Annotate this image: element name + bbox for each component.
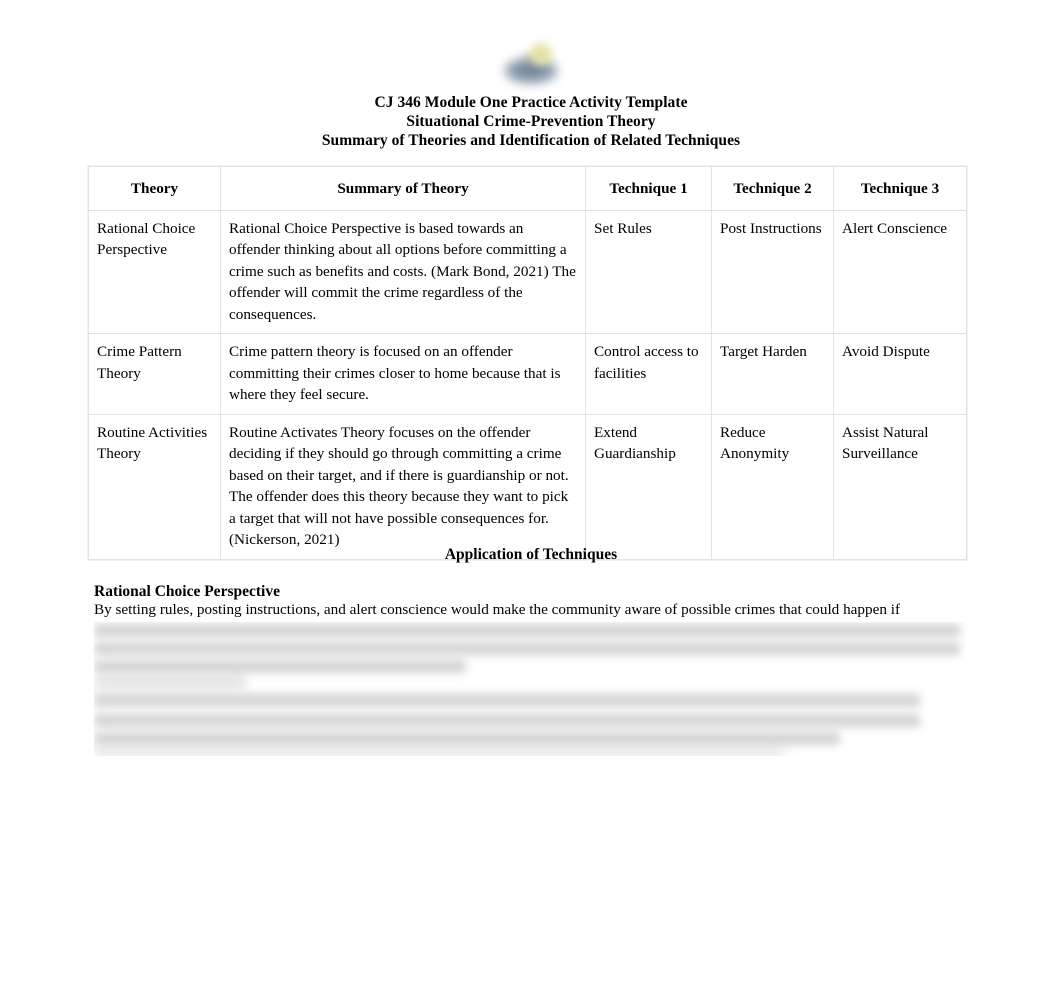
- table-row: Rational Choice Perspective Rational Cho…: [88, 209, 967, 334]
- table-row: Routine Activities Theory Routine Activa…: [88, 413, 967, 560]
- blurred-text-line: [94, 714, 920, 727]
- blurred-text-line: [94, 694, 920, 707]
- blurred-text-line: [94, 660, 466, 673]
- cell-technique-1[interactable]: Extend Guardianship: [585, 413, 712, 560]
- blurred-text-line: [94, 676, 246, 689]
- blurred-text-line: [94, 624, 960, 637]
- cell-summary[interactable]: Crime pattern theory is focused on an of…: [220, 333, 586, 415]
- cell-summary[interactable]: Routine Activates Theory focuses on the …: [220, 413, 586, 560]
- document-title-line-2: Situational Crime-Prevention Theory: [406, 113, 656, 130]
- cell-technique-1[interactable]: Control access to facilities: [585, 333, 712, 415]
- column-header-technique-3: Technique 3: [833, 166, 967, 211]
- cell-technique-2[interactable]: Target Harden: [711, 333, 834, 415]
- table-header-row: Theory Summary of Theory Technique 1 Tec…: [88, 166, 967, 211]
- cell-theory[interactable]: Crime Pattern Theory: [88, 333, 221, 415]
- blurred-paragraph-block: [94, 622, 966, 756]
- document-title-line-3: Summary of Theories and Identification o…: [321, 132, 741, 149]
- column-header-technique-2: Technique 2: [711, 166, 834, 211]
- column-header-technique-1: Technique 1: [585, 166, 712, 211]
- application-body-first-line: By setting rules, posting instructions, …: [94, 601, 901, 618]
- logo-highlight-shape: [530, 40, 556, 66]
- column-header-summary: Summary of Theory: [220, 166, 586, 211]
- cell-technique-3[interactable]: Alert Conscience: [833, 209, 967, 334]
- document-title-line-1: CJ 346 Module One Practice Activity Temp…: [374, 94, 688, 111]
- cell-theory[interactable]: Rational Choice Perspective: [88, 209, 221, 334]
- theory-summary-table: Theory Summary of Theory Technique 1 Tec…: [88, 166, 967, 560]
- theory-table-wrapper: Theory Summary of Theory Technique 1 Tec…: [88, 166, 967, 560]
- cell-technique-1[interactable]: Set Rules: [585, 209, 712, 334]
- document-title-block: CJ 346 Module One Practice Activity Temp…: [0, 93, 1062, 150]
- cell-technique-2[interactable]: Reduce Anonymity: [711, 413, 834, 560]
- blurred-text-line: [94, 642, 960, 655]
- cell-summary[interactable]: Rational Choice Perspective is based tow…: [220, 209, 586, 334]
- column-header-theory: Theory: [88, 166, 221, 211]
- table-row: Crime Pattern Theory Crime pattern theor…: [88, 333, 967, 415]
- cell-technique-3[interactable]: Avoid Dispute: [833, 333, 967, 415]
- blurred-text-line: [94, 748, 784, 756]
- cell-theory[interactable]: Routine Activities Theory: [88, 413, 221, 560]
- application-section-heading: Application of Techniques: [444, 546, 618, 563]
- blurred-text-line: [94, 732, 840, 745]
- institution-logo-image: [500, 38, 562, 90]
- document-page: CJ 346 Module One Practice Activity Temp…: [0, 0, 1062, 1001]
- cell-technique-2[interactable]: Post Instructions: [711, 209, 834, 334]
- cell-technique-3[interactable]: Assist Natural Surveillance: [833, 413, 967, 560]
